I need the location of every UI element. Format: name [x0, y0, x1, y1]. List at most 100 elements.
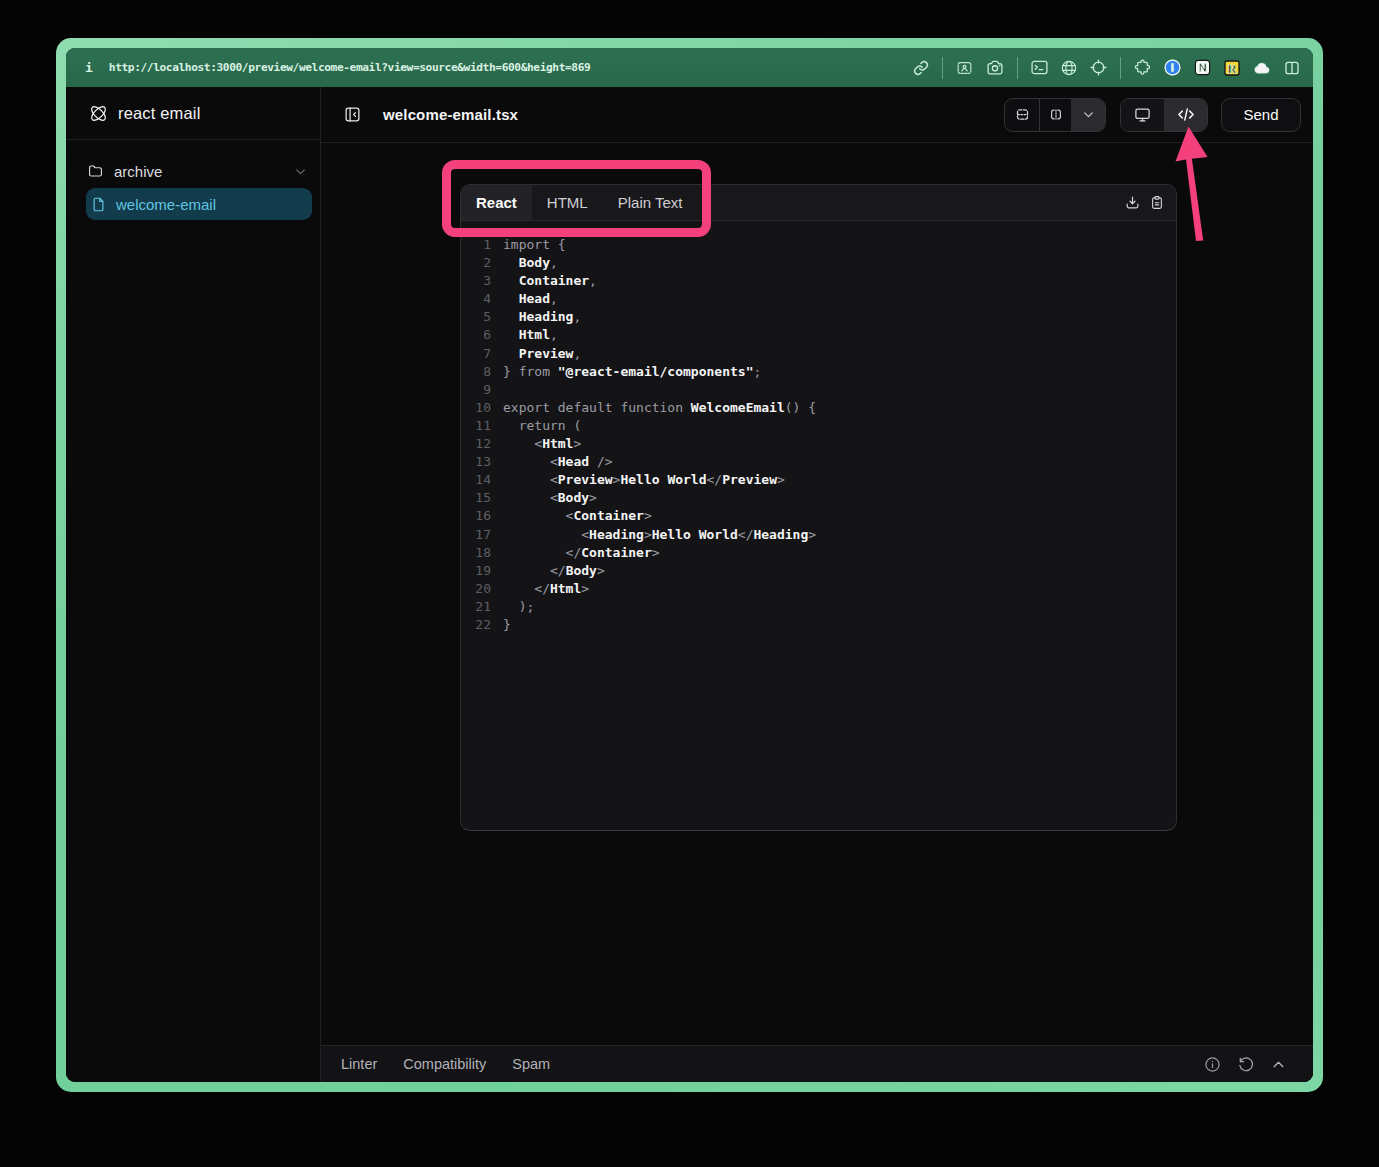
code-line: 4 Head, [461, 290, 1176, 308]
svg-text:R: R [1227, 61, 1237, 75]
code-line-content: <Container> [503, 507, 652, 525]
line-number: 22 [474, 616, 491, 634]
code-line: 20 </Html> [461, 580, 1176, 598]
line-number: 19 [474, 562, 491, 580]
code-line: 5 Heading, [461, 308, 1176, 326]
line-number: 13 [474, 453, 491, 471]
terminal-icon[interactable] [1031, 60, 1048, 75]
sidebar: react email archive [66, 87, 321, 1082]
sidebar-folder-archive[interactable]: archive [86, 158, 312, 184]
code-line: 11 return ( [461, 417, 1176, 435]
code-line: 12 <Html> [461, 435, 1176, 453]
line-number: 7 [474, 345, 491, 363]
code-line-content: import { [503, 236, 566, 254]
browser-url-bar[interactable]: i http://localhost:3000/preview/welcome-… [66, 48, 1313, 87]
sidebar-item-label: welcome-email [116, 196, 216, 213]
sidebar-item-welcome-email[interactable]: welcome-email [86, 188, 312, 220]
code-line-content: } [503, 616, 511, 634]
info-icon[interactable] [1204, 1056, 1221, 1073]
line-number: 18 [474, 544, 491, 562]
globe-icon[interactable] [1061, 60, 1077, 76]
split-view-icon[interactable] [1284, 60, 1300, 76]
crosshair-icon[interactable] [1090, 59, 1107, 76]
size-dropdown-button[interactable] [1071, 99, 1105, 131]
code-line-content: <Heading>Hello World</Heading> [503, 526, 816, 544]
puzzle-icon[interactable] [1134, 59, 1151, 76]
browser-toolbar-icons: R [913, 57, 1300, 79]
code-line-content: Preview, [503, 345, 581, 363]
code-line: 8} from "@react-email/components"; [461, 363, 1176, 381]
line-number: 8 [474, 363, 491, 381]
annotation-arrow [1160, 118, 1220, 250]
line-number: 3 [474, 272, 491, 290]
status-item-compatibility[interactable]: Compatibility [403, 1056, 486, 1072]
document-title: welcome-email.tsx [383, 106, 518, 123]
status-bar-icons [1204, 1056, 1286, 1073]
code-line-content: Head, [503, 290, 558, 308]
code-line: 14 <Preview>Hello World</Preview> [461, 471, 1176, 489]
code-line: 13 <Head /> [461, 453, 1176, 471]
line-number: 5 [474, 308, 491, 326]
app-title: react email [118, 104, 201, 123]
code-line: 9 [461, 381, 1176, 399]
line-number: 20 [474, 580, 491, 598]
code-line: 18 </Container> [461, 544, 1176, 562]
code-line: 2 Body, [461, 254, 1176, 272]
code-line: 6 Html, [461, 326, 1176, 344]
frame-image-icon[interactable] [956, 60, 973, 76]
line-number: 2 [474, 254, 491, 272]
toolbar-divider [942, 57, 943, 79]
code-line-content: export default function WelcomeEmail() { [503, 399, 816, 417]
page: { "browser": { "info_icon": "i", "url": … [0, 0, 1379, 1167]
preview-mode-button[interactable] [1121, 99, 1164, 131]
code-line-content: Container, [503, 272, 597, 290]
folder-icon [88, 164, 103, 178]
cloud-icon[interactable] [1253, 60, 1271, 75]
code-line-content: <Preview>Hello World</Preview> [503, 471, 785, 489]
chevron-down-icon[interactable] [294, 165, 307, 178]
collapse-sidebar-icon[interactable] [344, 106, 361, 123]
status-bar: Linter Compatibility Spam [321, 1045, 1313, 1082]
code-line-content: Html, [503, 326, 558, 344]
code-line: 7 Preview, [461, 345, 1176, 363]
line-number: 1 [474, 236, 491, 254]
content-area: React HTML Plain Text [321, 143, 1313, 1045]
code-editor[interactable]: 1import {2 Body,3 Container,4 Head,5 Hea… [461, 221, 1176, 830]
r-extension-icon[interactable]: R [1224, 60, 1240, 76]
annotation-highlight-rect [442, 160, 711, 237]
link-icon[interactable] [913, 60, 929, 76]
code-line-content: </Body> [503, 562, 605, 580]
status-item-linter[interactable]: Linter [341, 1056, 377, 1072]
code-line: 21 ); [461, 598, 1176, 616]
toolbar-divider [1120, 57, 1121, 79]
code-line: 16 <Container> [461, 507, 1176, 525]
toolbar-divider [1017, 57, 1018, 79]
line-number: 17 [474, 526, 491, 544]
download-icon[interactable] [1125, 195, 1140, 210]
onepassword-icon[interactable] [1164, 59, 1181, 76]
reset-icon[interactable] [1238, 1056, 1254, 1072]
code-line-content: return ( [503, 417, 581, 435]
react-email-logo-icon [88, 103, 109, 124]
sidebar-header: react email [66, 87, 320, 140]
code-line: 3 Container, [461, 272, 1176, 290]
code-line-content: </Container> [503, 544, 660, 562]
fit-width-button[interactable] [1039, 99, 1071, 131]
send-button[interactable]: Send [1221, 98, 1301, 132]
line-number: 21 [474, 598, 491, 616]
code-panel: React HTML Plain Text [460, 184, 1177, 831]
status-item-spam[interactable]: Spam [512, 1056, 550, 1072]
code-line: 1 import { [461, 236, 1176, 254]
url-text[interactable]: http://localhost:3000/preview/welcome-em… [109, 61, 591, 74]
code-line: 10export default function WelcomeEmail()… [461, 399, 1176, 417]
line-number: 6 [474, 326, 491, 344]
line-number: 16 [474, 507, 491, 525]
file-icon [92, 197, 105, 212]
chevron-up-icon[interactable] [1271, 1057, 1286, 1072]
notion-icon[interactable] [1194, 59, 1211, 76]
camera-icon[interactable] [986, 60, 1004, 76]
code-line-content: Body, [503, 254, 558, 272]
fit-height-button[interactable] [1005, 99, 1039, 131]
line-number: 9 [474, 381, 491, 399]
line-number: 4 [474, 290, 491, 308]
